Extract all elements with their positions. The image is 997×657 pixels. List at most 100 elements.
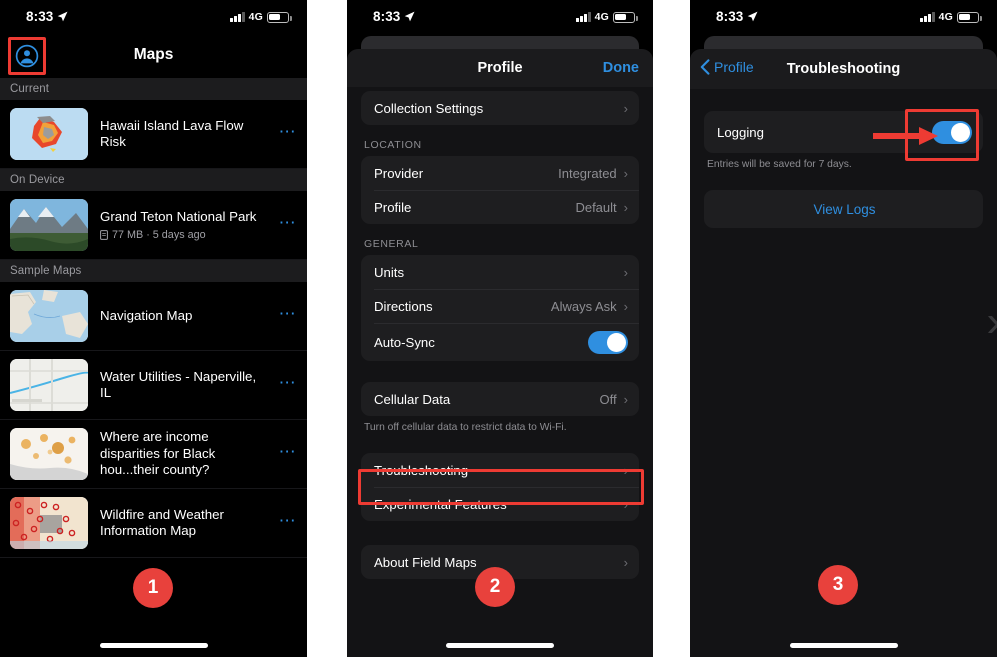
list-item[interactable]: Navigation Map ⋯ [0,282,307,351]
list-item-text: Water Utilities - Naperville, IL [100,369,267,402]
status-time-text: 8:33 [716,9,744,24]
navigation-map-thumbnail [10,290,88,342]
section-header-sample-maps: Sample Maps [0,260,307,282]
device-storage-icon [100,229,108,240]
grand-teton-thumbnail [10,199,88,251]
cellular-bars-icon [230,12,245,22]
step-badge-2: 2 [475,567,515,607]
location-arrow-icon [748,11,758,22]
home-indicator[interactable] [99,643,208,648]
network-type-label: 4G [938,11,953,23]
battery-icon [957,11,982,23]
row-value: Always Ask [550,298,617,314]
row-label: Troubleshooting [374,462,469,478]
chevron-right-icon: › [623,100,628,116]
wildfire-weather-thumbnail [10,497,88,549]
sheet-title: Troubleshooting [786,61,901,77]
cellular-group: Cellular Data Off › [361,382,639,416]
status-time-text: 8:33 [373,9,401,24]
list-item-text: Navigation Map [100,308,267,325]
collection-settings-group: Collection Settings › [361,91,639,125]
logging-group: Logging [704,111,983,153]
support-group: Troubleshooting › Experimental Features … [361,453,639,521]
more-options-icon[interactable]: ⋯ [279,443,297,460]
list-item[interactable]: Hawaii Island Lava Flow Risk ⋯ [0,100,307,169]
chevron-right-icon: › [623,298,628,314]
profile-sheet: Profile Done Collection Settings › LOCAT… [347,49,653,657]
row-cellular-data[interactable]: Cellular Data Off › [361,382,639,416]
map-title: Wildfire and Weather Information Map [100,506,224,539]
auto-sync-toggle[interactable] [588,330,628,354]
list-item-text: Grand Teton National Park 77 MB · 5 days… [100,209,267,241]
phone-panel-maps-list: 8:33 4G Maps Current Hawaii Island Lava … [0,0,307,657]
more-options-icon[interactable]: ⋯ [279,374,297,391]
phone-panel-troubleshooting: 8:33 4G Profile Troubleshooting Logging … [690,0,997,657]
general-group: Units › Directions Always Ask › Auto-Syn… [361,255,639,361]
more-options-icon[interactable]: ⋯ [279,123,297,140]
done-button[interactable]: Done [603,60,639,76]
maps-navbar: Maps [0,34,307,78]
row-value: Off [599,391,617,407]
hawaii-lava-thumbnail [10,108,88,160]
chevron-right-icon: › [623,165,628,181]
more-options-icon[interactable]: ⋯ [279,305,297,322]
row-profile[interactable]: Profile Default › [361,190,639,224]
status-bar: 8:33 4G [347,0,653,34]
status-indicators: 4G [920,11,982,23]
chevron-right-icon: › [623,462,628,478]
income-disparities-thumbnail [10,428,88,480]
list-item[interactable]: Grand Teton National Park 77 MB · 5 days… [0,191,307,260]
map-title: Grand Teton National Park [100,209,257,225]
chevron-right-icon: › [623,554,628,570]
status-bar: 8:33 4G [0,0,307,34]
status-time-text: 8:33 [26,9,54,24]
home-indicator[interactable] [789,643,898,648]
chevron-right-icon[interactable]: › [986,300,997,344]
map-subtitle: 77 MB · 5 days ago [100,229,267,241]
status-time: 8:33 [26,9,68,24]
more-options-icon[interactable]: ⋯ [279,214,297,231]
location-arrow-icon [405,11,415,22]
group-label-location: LOCATION [364,139,422,151]
page-title: Maps [133,46,174,63]
list-item[interactable]: Water Utilities - Naperville, IL ⋯ [0,351,307,420]
map-subtitle-text: 77 MB · 5 days ago [112,228,206,241]
row-label: Experimental Features [374,496,507,512]
list-item[interactable]: Wildfire and Weather Information Map ⋯ [0,489,307,558]
chevron-right-icon: › [623,391,628,407]
row-value: Integrated [558,165,617,181]
row-provider[interactable]: Provider Integrated › [361,156,639,190]
home-indicator[interactable] [446,643,554,648]
step-badge-1: 1 [133,568,173,608]
chevron-right-icon: › [623,199,628,215]
battery-icon [613,11,638,23]
row-troubleshooting[interactable]: Troubleshooting › [361,453,639,487]
sheet-header: Profile Done [347,49,653,87]
map-title: Water Utilities - Naperville, IL [100,368,257,401]
row-logging[interactable]: Logging [704,111,983,153]
step-badge-3: 3 [818,565,858,605]
network-type-label: 4G [248,11,263,23]
cellular-bars-icon [576,12,591,22]
row-units[interactable]: Units › [361,255,639,289]
row-auto-sync[interactable]: Auto-Sync [361,323,639,361]
list-item[interactable]: Where are income disparities for Black h… [0,420,307,489]
status-time: 8:33 [373,9,415,24]
row-directions[interactable]: Directions Always Ask › [361,289,639,323]
list-item-text: Where are income disparities for Black h… [100,429,267,479]
more-options-icon[interactable]: ⋯ [279,512,297,529]
battery-icon [267,11,292,23]
network-type-label: 4G [594,11,609,23]
status-bar: 8:33 4G [690,0,997,34]
section-header-on-device: On Device [0,169,307,191]
cellular-footnote: Turn off cellular data to restrict data … [364,422,567,433]
map-title: Hawaii Island Lava Flow Risk [100,117,244,150]
water-utilities-thumbnail [10,359,88,411]
section-header-current: Current [0,78,307,100]
view-logs-button[interactable]: View Logs [704,190,983,228]
view-logs-group: View Logs [704,190,983,228]
row-experimental-features[interactable]: Experimental Features › [361,487,639,521]
row-label: Provider [374,165,424,181]
logging-footnote: Entries will be saved for 7 days. [707,159,852,170]
row-collection-settings[interactable]: Collection Settings › [361,91,639,125]
